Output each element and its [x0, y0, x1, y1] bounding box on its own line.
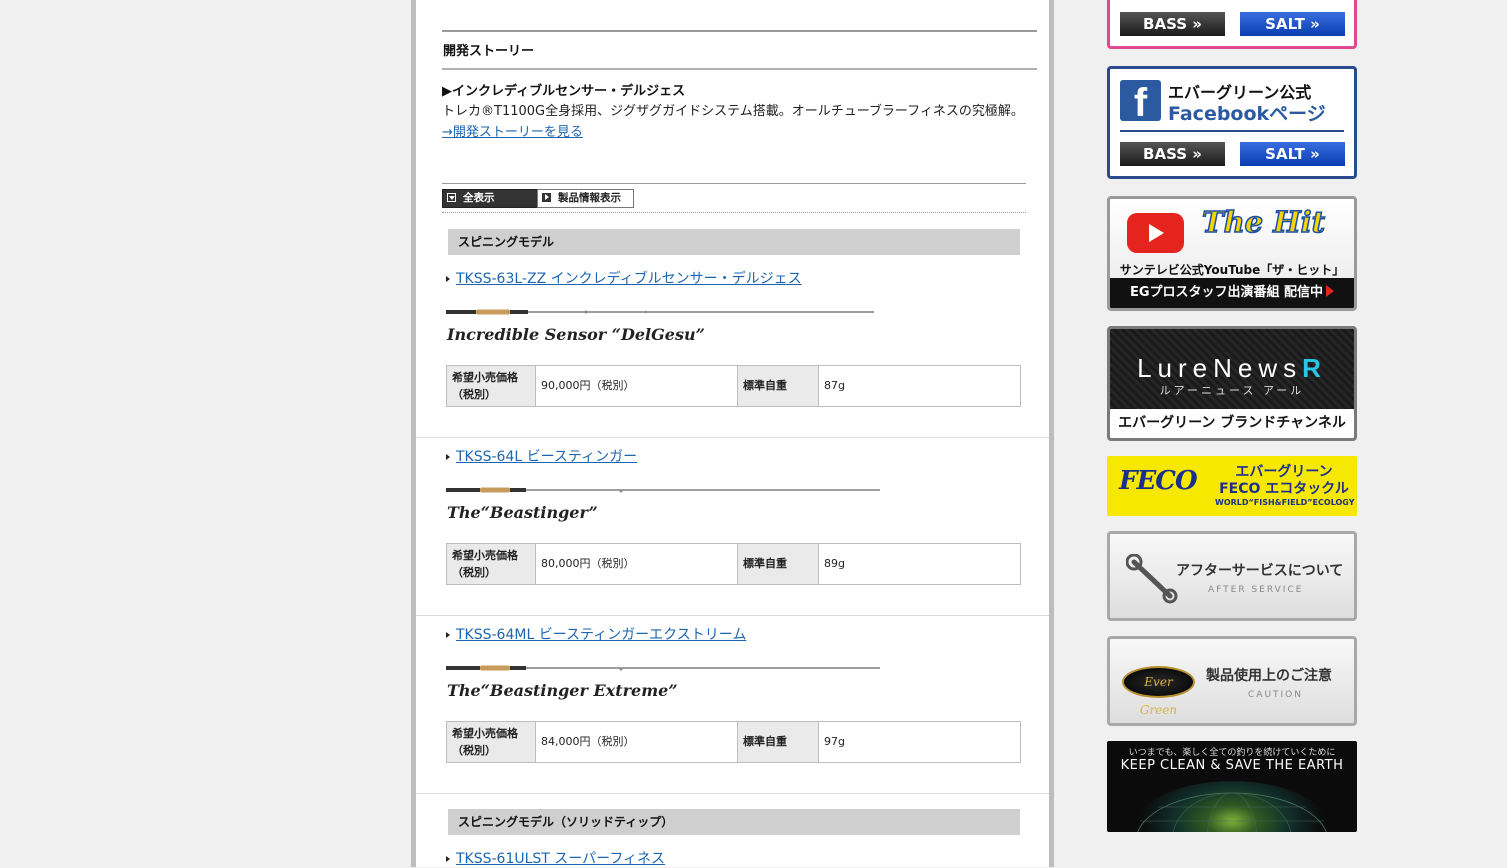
price-label: 希望小売価格 （税別）: [447, 366, 536, 406]
price-value: 90,000円（税別）: [536, 366, 738, 406]
product-info-button[interactable]: 製品情報表示: [537, 189, 634, 208]
story-text: トレカ®T1100G全身採用、ジグザグガイドシステム搭載。オールチューブラーフィ…: [442, 104, 1024, 119]
caution-title: 製品使用上のご注意: [1206, 668, 1332, 684]
product-link[interactable]: TKSS-61ULST スーパーフィネス: [446, 848, 665, 868]
category-header: スピニングモデル: [448, 229, 1020, 255]
display-toggle-bar: 全表示 製品情報表示: [442, 183, 1026, 213]
youtube-play-icon: [1127, 213, 1184, 253]
youtube-caption: サンテレビ公式YouTube「ザ・ヒット」: [1119, 263, 1345, 277]
show-all-label: 全表示: [463, 192, 495, 204]
save-the-earth-banner[interactable]: いつまでも、楽しく全ての釣りを続けていくために KEEP CLEAN & SAV…: [1107, 741, 1357, 832]
lurenews-banner[interactable]: LureNewsR ルアーニュース アール エバーグリーン ブランドチャンネル: [1107, 326, 1357, 441]
after-service-banner[interactable]: アフターサービスについて AFTER SERVICE: [1107, 531, 1357, 621]
main-content: 開発ストーリー ▶インクレディブルセンサー・デルジェス トレカ®T1100G全身…: [411, 0, 1054, 867]
arrow-right-icon: [1326, 285, 1335, 297]
feco-line3: WORLD“FISH&FIELD”ECOLOGY: [1215, 498, 1355, 507]
product-info-label: 製品情報表示: [558, 192, 621, 204]
product-link[interactable]: TKSS-64ML ビースティンガーエクストリーム: [446, 624, 746, 644]
play-icon: [542, 193, 551, 202]
lurenews-kana: ルアーニュース アール: [1159, 384, 1305, 397]
price-label: 希望小売価格 （税別）: [447, 544, 536, 584]
lurenews-caption: エバーグリーン ブランドチャンネル: [1110, 409, 1354, 438]
social-banner-top: BASS » SALT »: [1107, 0, 1357, 49]
caution-subtitle: CAUTION: [1248, 690, 1303, 700]
facebook-banner: f エバーグリーン公式 Facebookページ BASS » SALT »: [1107, 66, 1357, 179]
collapse-icon: [447, 193, 456, 202]
after-service-title: アフターサービスについて: [1176, 563, 1344, 579]
feco-line2: FECO エコタックル: [1219, 481, 1349, 497]
divider: [442, 68, 1037, 70]
divider: [416, 437, 1049, 438]
lurenews-logo: LureNewsR: [1137, 353, 1327, 383]
earth-slogan: KEEP CLEAN & SAVE THE EARTH: [1120, 758, 1344, 773]
divider: [1120, 130, 1344, 132]
youtube-cta: EGプロスタッフ出演番組 配信中: [1110, 278, 1354, 308]
feco-logo: FECO: [1119, 466, 1198, 496]
youtube-banner[interactable]: The Hit サンテレビ公式YouTube「ザ・ヒット」 EGプロスタッフ出演…: [1107, 196, 1357, 311]
price-label: 希望小売価格 （税別）: [447, 722, 536, 762]
weight-value: 97g: [824, 735, 845, 748]
rod-name: The“Beastinger”: [447, 503, 598, 522]
feco-banner[interactable]: FECO エバーグリーン FECO エコタックル WORLD“FISH&FIEL…: [1107, 456, 1357, 516]
rod-image: [446, 665, 880, 671]
rod-name: Incredible Sensor “DelGesu”: [447, 325, 705, 344]
globe-grid: [1137, 792, 1327, 832]
earth-caption: いつまでも、楽しく全ての釣りを続けていくために: [1128, 748, 1336, 758]
spec-table: 希望小売価格 （税別） 80,000円（税別） 標準自重 89g: [446, 543, 1021, 585]
bullet-icon: [446, 856, 450, 862]
weight-label: 標準自重: [738, 544, 819, 584]
show-all-button[interactable]: 全表示: [442, 189, 538, 208]
rod-image: [446, 309, 874, 315]
rod-name: The“Beastinger Extreme”: [447, 681, 678, 700]
after-service-subtitle: AFTER SERVICE: [1208, 585, 1304, 595]
bullet-icon: [446, 632, 450, 638]
weight-label: 標準自重: [738, 366, 819, 406]
spec-table: 希望小売価格 （税別） 84,000円（税別） 標準自重 97g: [446, 721, 1021, 763]
spec-table: 希望小売価格 （税別） 90,000円（税別） 標準自重 87g: [446, 365, 1021, 407]
facebook-bass-button[interactable]: BASS »: [1120, 142, 1225, 166]
product-link[interactable]: TKSS-63L-ZZ インクレディブルセンサー・デルジェス: [446, 268, 802, 288]
divider: [416, 615, 1049, 616]
price-value: 84,000円（税別）: [536, 722, 738, 762]
page: 開発ストーリー ▶インクレディブルセンサー・デルジェス トレカ®T1100G全身…: [0, 0, 1507, 867]
story-heading: 開発ストーリー: [443, 44, 535, 59]
the-hit-logo: The Hit: [1201, 204, 1326, 240]
product-link[interactable]: TKSS-64L ビースティンガー: [446, 446, 637, 466]
weight-value: 89g: [824, 557, 845, 570]
evergreen-logo: Ever Green: [1122, 666, 1195, 717]
story-section: 開発ストーリー ▶インクレディブルセンサー・デルジェス トレカ®T1100G全身…: [442, 30, 1037, 140]
bass-button[interactable]: BASS »: [1120, 12, 1225, 36]
facebook-salt-button[interactable]: SALT »: [1240, 142, 1345, 166]
bullet-icon: [446, 276, 450, 282]
weight-value: 87g: [824, 379, 845, 392]
category-header: スピニングモデル（ソリッドティップ）: [448, 809, 1020, 835]
wrench-icon: [1126, 554, 1178, 604]
story-link[interactable]: →開発ストーリーを見る: [442, 121, 583, 140]
salt-button[interactable]: SALT »: [1240, 12, 1345, 36]
price-value: 80,000円（税別）: [536, 544, 738, 584]
caution-banner[interactable]: Ever Green 製品使用上のご注意 CAUTION: [1107, 636, 1357, 726]
story-title: ▶インクレディブルセンサー・デルジェス: [442, 84, 686, 99]
weight-label: 標準自重: [738, 722, 819, 762]
divider: [416, 793, 1049, 794]
rod-image: [446, 487, 880, 493]
facebook-subtitle: Facebookページ: [1168, 103, 1326, 125]
facebook-icon: f: [1120, 80, 1161, 125]
bullet-icon: [446, 454, 450, 460]
